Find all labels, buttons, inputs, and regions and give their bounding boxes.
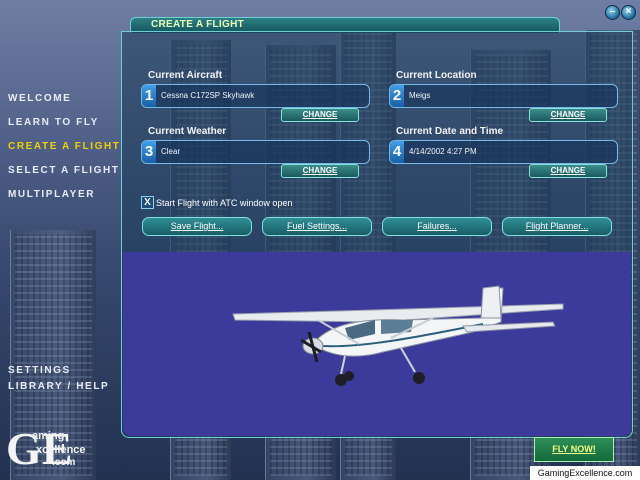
aircraft-number: 1 [142,85,156,107]
nav-item-welcome[interactable]: WELCOME [8,93,71,104]
logo-line2: xcellence [36,444,86,456]
save-flight-button[interactable]: Save Flight... [142,217,252,236]
aircraft-label: Current Aircraft [148,70,223,81]
logo-line1: aming [32,430,65,442]
failures-button[interactable]: Failures... [382,217,492,236]
cessna-airplane-icon [232,285,564,386]
nav-item-create-a-flight[interactable]: CREATE A FLIGHT [8,141,121,152]
datetime-value: 4/14/2002 4:27 PM [409,147,477,156]
fuel-settings-button[interactable]: Fuel Settings... [262,217,372,236]
nav-item-library-help[interactable]: LIBRARY / HELP [8,381,109,392]
weather-label: Current Weather [148,126,227,137]
nav-item-learn-to-fly[interactable]: LEARN TO FLY [8,117,99,128]
aircraft-preview [123,252,631,436]
logo-line3: .com [52,457,76,468]
location-number: 2 [390,85,404,107]
change-aircraft-button[interactable]: CHANGE [281,108,359,122]
site-footer: GamingExcellence.com [530,466,640,480]
location-label: Current Location [396,70,477,81]
nav-item-multiplayer[interactable]: MULTIPLAYER [8,189,95,200]
atc-checkbox-label[interactable]: Start Flight with ATC window open [156,198,292,208]
change-weather-button[interactable]: CHANGE [281,164,359,178]
nav-item-select-a-flight[interactable]: SELECT A FLIGHT [8,165,120,176]
atc-checkbox[interactable]: X [141,196,154,209]
datetime-number: 4 [390,141,404,163]
nav-item-settings[interactable]: SETTINGS [8,365,71,376]
window-title: CREATE A FLIGHT [151,19,245,30]
weather-value: Clear [161,147,181,156]
location-value: Meigs [409,91,431,100]
minimize-button[interactable]: – [605,5,620,20]
datetime-field: 4 4/14/2002 4:27 PM [389,140,618,164]
flight-planner-button[interactable]: Flight Planner... [502,217,612,236]
aircraft-field: 1 Cessna C172SP Skyhawk [141,84,370,108]
change-location-button[interactable]: CHANGE [529,108,607,122]
weather-field: 3 Clear [141,140,370,164]
change-datetime-button[interactable]: CHANGE [529,164,607,178]
weather-number: 3 [142,141,156,163]
datetime-label: Current Date and Time [396,126,504,137]
close-button[interactable]: × [621,5,636,20]
fly-now-button[interactable]: FLY NOW! [534,437,614,462]
location-field: 2 Meigs [389,84,618,108]
gamingexcellence-logo: GE aming xcellence .com [6,424,126,478]
aircraft-value: Cessna C172SP Skyhawk [161,91,255,100]
